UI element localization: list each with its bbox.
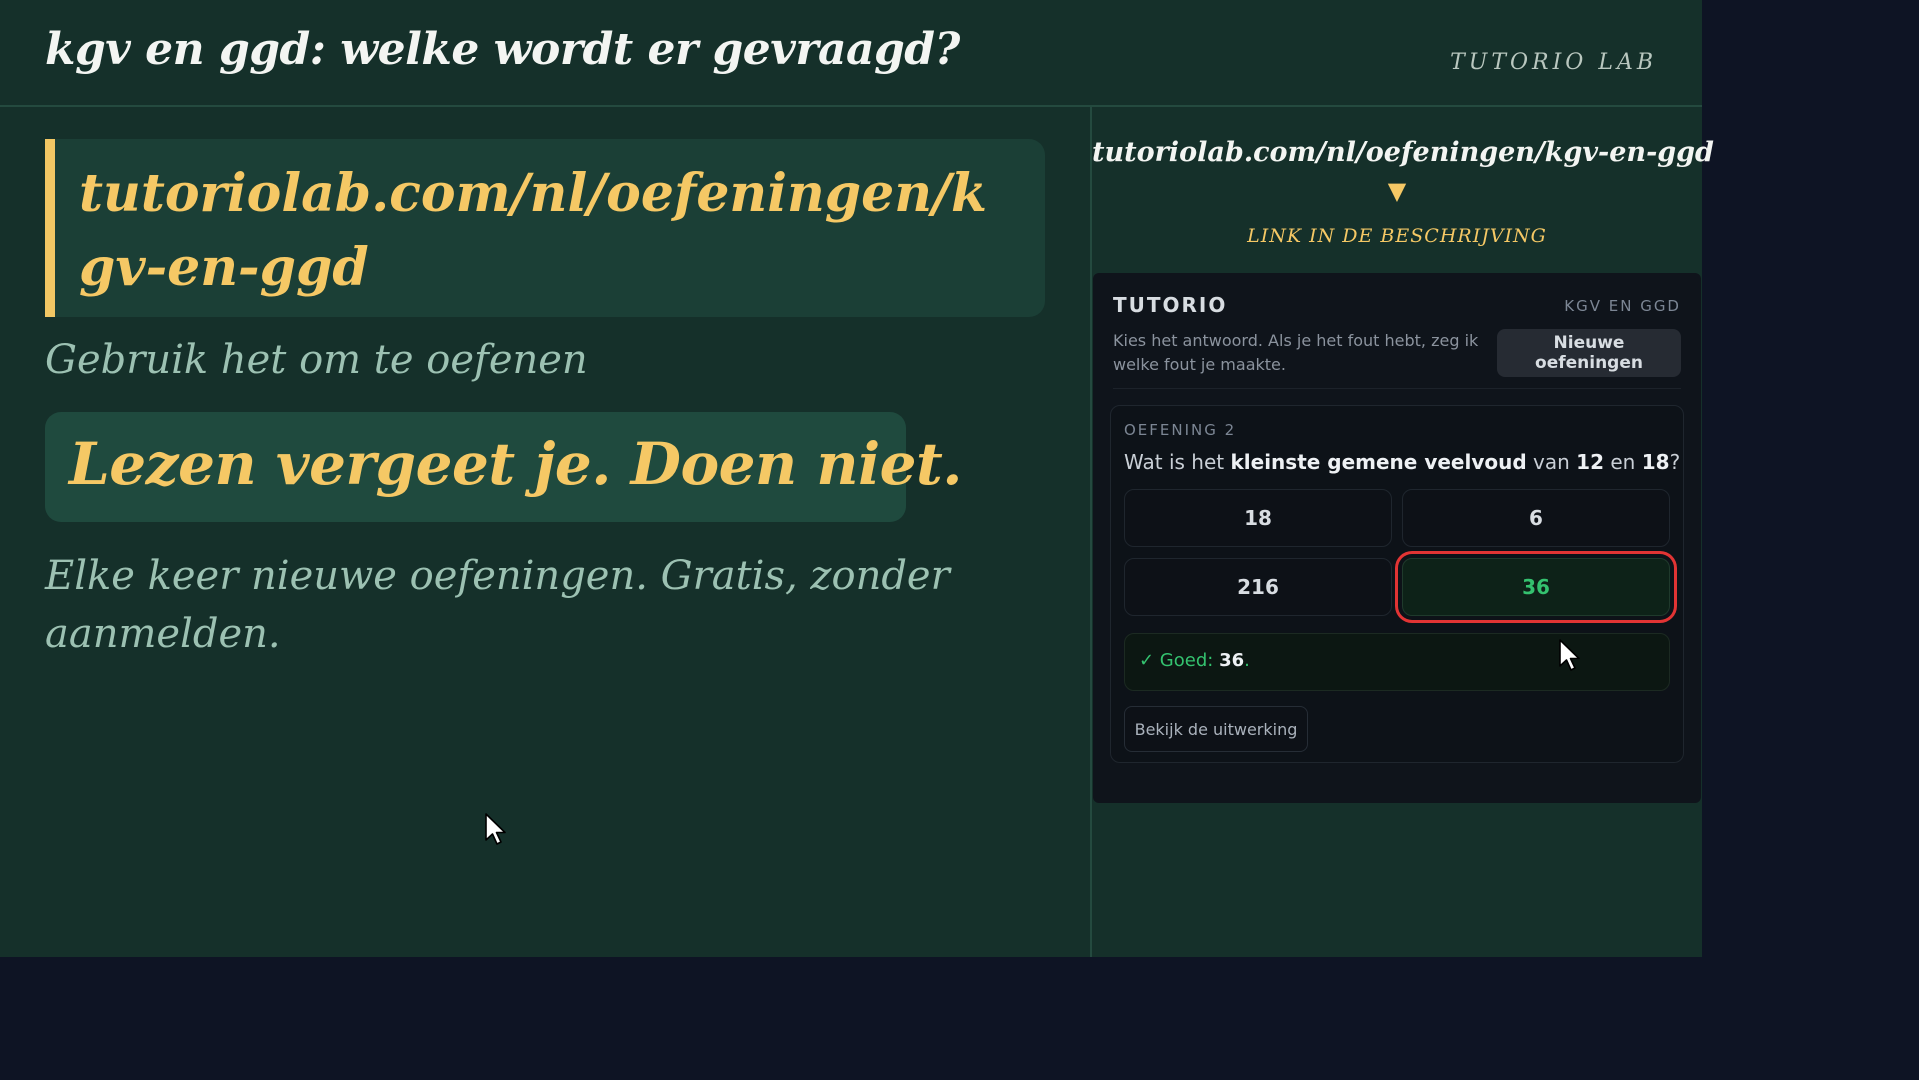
widget-separator xyxy=(1113,388,1681,389)
exercise-card: OEFENING 2 Wat is het kleinste gemene ve… xyxy=(1110,405,1684,763)
left-panel: tutoriolab.com/nl/oefeningen/kgv-en-ggd … xyxy=(0,107,1091,957)
feedback-correct: ✓ Goed: 36. xyxy=(1124,633,1670,691)
view-solution-button[interactable]: Bekijk de uitwerking xyxy=(1124,706,1308,752)
feedback-suffix: . xyxy=(1244,650,1250,671)
question-prefix: Wat is het xyxy=(1124,450,1231,474)
slogan: Lezen vergeet je. Doen niet. xyxy=(69,430,963,498)
down-arrow-icon: ▼ xyxy=(1387,177,1407,205)
slogan-box: Lezen vergeet je. Doen niet. xyxy=(45,412,963,522)
answer-option[interactable]: 6 xyxy=(1402,489,1670,547)
mouse-pointer-icon xyxy=(485,813,506,845)
widget-topic: KGV EN GGD xyxy=(1564,297,1681,315)
widget-hint: Kies het antwoord. Als je het fout hebt,… xyxy=(1113,331,1479,374)
answer-option[interactable]: 216 xyxy=(1124,558,1392,616)
url-callout: tutoriolab.com/nl/oefeningen/kgv-en-ggd xyxy=(45,139,1045,317)
question-mid: van xyxy=(1526,450,1577,474)
right-url: tutoriolab.com/nl/oefeningen/kgv-en-ggd xyxy=(1092,137,1714,168)
widget-brand: TUTORIO xyxy=(1113,293,1228,317)
question-number-b: 18 xyxy=(1641,450,1670,474)
subtitle: Gebruik het om te oefenen xyxy=(45,337,588,383)
answer-option-selected[interactable]: 36 xyxy=(1402,558,1670,616)
description: Elke keer nieuwe oefeningen. Gratis, zon… xyxy=(45,553,950,657)
mouse-pointer-icon xyxy=(1559,639,1580,671)
url-text: tutoriolab.com/nl/oefeningen/kgv-en-ggd xyxy=(79,163,988,298)
brand-logo: TUTORIO LAB xyxy=(1450,50,1657,75)
question-and: en xyxy=(1604,450,1642,474)
question-term: kleinste gemene veelvoud xyxy=(1230,450,1527,474)
feedback-value: 36 xyxy=(1219,650,1245,671)
answer-option[interactable]: 18 xyxy=(1124,489,1392,547)
header: kgv en ggd: welke wordt er gevraagd? TUT… xyxy=(0,0,1702,107)
exercise-label: OEFENING 2 xyxy=(1124,421,1237,439)
stage: kgv en ggd: welke wordt er gevraagd? TUT… xyxy=(0,0,1714,957)
exercise-question: Wat is het kleinste gemene veelvoud van … xyxy=(1124,450,1680,474)
page-title: kgv en ggd: welke wordt er gevraagd? xyxy=(45,24,960,75)
question-suffix: ? xyxy=(1669,450,1681,474)
feedback-prefix: ✓ Goed: xyxy=(1139,650,1220,671)
question-number-a: 12 xyxy=(1576,450,1605,474)
link-in-description: LINK IN DE BESCHRIJVING xyxy=(1247,225,1547,247)
new-exercises-button[interactable]: Nieuwe oefeningen xyxy=(1497,329,1681,377)
tutorio-widget: TUTORIO KGV EN GGD Kies het antwoord. Al… xyxy=(1093,273,1701,803)
